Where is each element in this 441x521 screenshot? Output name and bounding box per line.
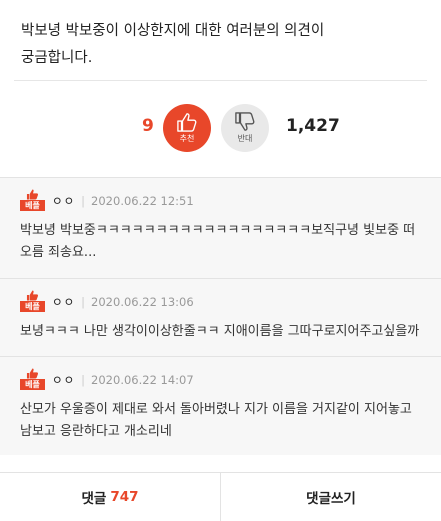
meta-separator: | [81,194,86,208]
write-comment-button[interactable]: 댓글쓰기 [220,473,441,521]
best-tag: 베플 [20,200,45,211]
comments-tab-label: 댓글 [81,491,107,507]
comment-meta: 베플 ㅇㅇ | 2020.06.22 12:51 [20,189,427,211]
comment-list: 베플 ㅇㅇ | 2020.06.22 12:51 박보녕 박보중ㅋㅋㅋㅋㅋㅋㅋㅋ… [0,177,441,455]
thumbs-down-icon [235,112,255,131]
meta-separator: | [81,373,86,387]
best-comment-badge: 베플 [20,290,46,312]
comment-author[interactable]: ㅇㅇ [52,193,75,209]
thumbs-up-icon [26,290,39,301]
comment-date: 2020.06.22 12:51 [91,194,194,208]
best-comment-badge: 베플 [20,368,46,390]
vote-area: 9 추천 반대 1,427 [0,81,441,177]
question-line-2: 궁금합니다. [21,50,93,66]
comment-item: 베플 ㅇㅇ | 2020.06.22 12:51 박보녕 박보중ㅋㅋㅋㅋㅋㅋㅋㅋ… [0,178,441,279]
best-tag: 베플 [20,379,45,390]
question-text: 박보녕 박보중이 이상한지에 대한 여러분의 의견이 궁금합니다. [0,0,441,80]
comment-item: 베플 ㅇㅇ | 2020.06.22 13:06 보녕ㅋㅋㅋ 나만 생각이이상한… [0,279,441,357]
meta-separator: | [81,295,86,309]
upvote-button[interactable]: 추천 [163,104,211,152]
comment-meta: 베플 ㅇㅇ | 2020.06.22 14:07 [20,368,427,390]
comment-text: 박보녕 박보중ㅋㅋㅋㅋㅋㅋㅋㅋㅋㅋㅋㅋㅋㅋㅋㅋㅋㅋ보직구녕 빛보중 떠오름 죄송… [20,223,416,260]
comment-text: 산모가 우울증이 제대로 와서 돌아버렸나 지가 이름을 거지같이 지어놓고 남… [20,402,412,439]
comment-date: 2020.06.22 14:07 [91,373,194,387]
comments-count: 747 [110,489,139,505]
upvote-count: 9 [142,116,154,136]
question-line-1: 박보녕 박보중이 이상한지에 대한 여러분의 의견이 [21,23,325,39]
downvote-button[interactable]: 반대 [221,104,269,152]
write-comment-label: 댓글쓰기 [306,491,356,507]
thumbs-up-icon [26,368,39,379]
comment-item: 베플 ㅇㅇ | 2020.06.22 14:07 산모가 우울증이 제대로 와서… [0,357,441,455]
thumbs-up-icon [26,189,39,200]
comment-author[interactable]: ㅇㅇ [52,294,75,310]
comments-tab[interactable]: 댓글 747 [0,473,220,521]
bottom-action-bar: 댓글 747 댓글쓰기 [0,472,441,521]
downvote-count: 1,427 [286,116,340,136]
comment-date: 2020.06.22 13:06 [91,295,194,309]
comment-text: 보녕ㅋㅋㅋ 나만 생각이이상한줄ㅋㅋ 지애이름을 그따구로지어주고싶을까 [20,324,420,339]
downvote-label: 반대 [237,134,253,143]
best-comment-badge: 베플 [20,189,46,211]
best-tag: 베플 [20,301,45,312]
comment-author[interactable]: ㅇㅇ [52,372,75,388]
comment-meta: 베플 ㅇㅇ | 2020.06.22 13:06 [20,290,427,312]
upvote-label: 추천 [179,134,195,143]
thumbs-up-icon [177,113,197,132]
